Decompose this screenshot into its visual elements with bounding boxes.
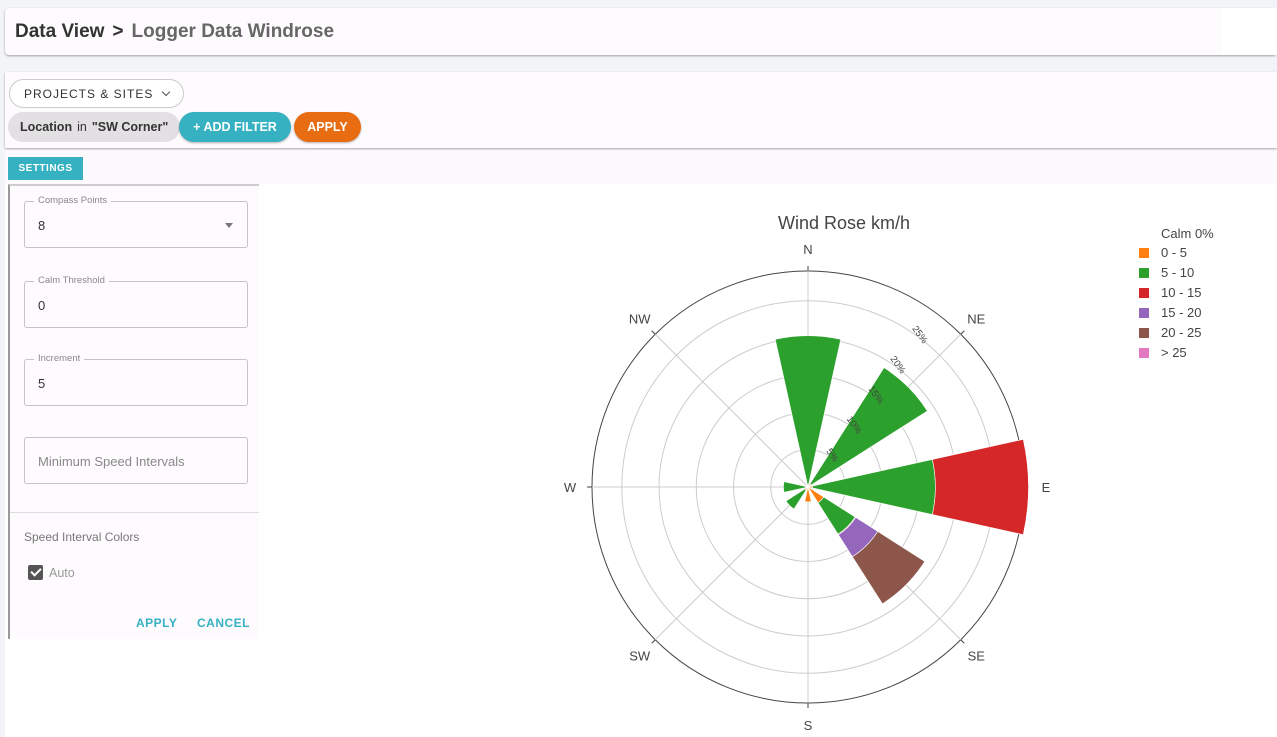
legend-item[interactable]: 0 - 5 (1139, 245, 1187, 260)
wind-rose-chart: Wind Rose km/h NNEESESSWWNW5%10%15%20%25… (564, 213, 1051, 733)
rose-tick (651, 330, 656, 335)
rose-tick (960, 330, 965, 335)
rose-bar-segment[interactable] (931, 438, 1029, 536)
legend-swatch (1139, 267, 1149, 278)
rose-bars (774, 335, 1029, 605)
direction-label: NE (967, 312, 985, 327)
chart-title: Wind Rose km/h (778, 213, 910, 233)
legend-item[interactable]: 5 - 10 (1139, 265, 1194, 280)
rose-tick (651, 639, 656, 644)
legend-label: 15 - 20 (1161, 305, 1202, 320)
legend-label: 10 - 15 (1161, 285, 1202, 300)
legend-swatch (1139, 307, 1149, 318)
direction-label: SW (629, 648, 651, 663)
legend-label: 20 - 25 (1161, 325, 1202, 340)
direction-label: NW (629, 312, 651, 327)
legend-label: > 25 (1161, 345, 1187, 360)
legend-label: 5 - 10 (1161, 265, 1195, 280)
radial-tick-label: 25% (909, 324, 929, 346)
legend-swatch (1139, 287, 1149, 298)
legend-label: 0 - 5 (1161, 245, 1188, 260)
rose-tick (960, 639, 965, 644)
legend-item[interactable]: 15 - 20 (1139, 305, 1201, 320)
direction-label: S (804, 718, 813, 733)
chart-legend: Calm 0% 0 - 5 5 - 10 10 - 15 15 - 20 20 - 25… (1124, 218, 1236, 380)
legend-swatch (1139, 247, 1149, 258)
legend-item[interactable]: > 25 (1139, 345, 1187, 360)
direction-label: W (564, 480, 577, 495)
legend-item[interactable]: 10 - 15 (1139, 285, 1201, 300)
direction-label: N (803, 242, 812, 257)
direction-label: E (1042, 480, 1051, 495)
rose-bar-segment[interactable] (804, 501, 812, 503)
legend-swatch (1139, 327, 1149, 338)
legend-calm-label: Calm 0% (1161, 226, 1214, 241)
direction-label: SE (968, 648, 986, 663)
legend-swatch (1139, 347, 1149, 358)
legend-item[interactable]: 20 - 25 (1139, 325, 1201, 340)
rose-spoke (654, 486, 809, 641)
rose-bar-segment[interactable] (805, 484, 808, 487)
